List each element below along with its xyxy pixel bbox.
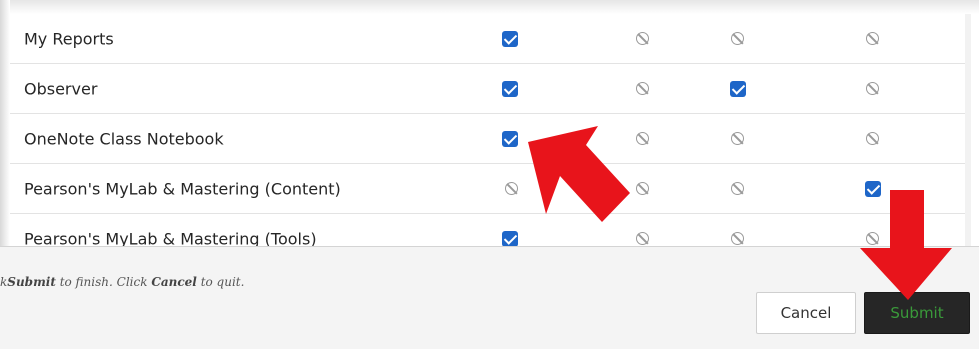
- cell-col2: [633, 79, 653, 99]
- not-allowed-icon: [866, 81, 879, 95]
- cell-col3: [728, 129, 748, 149]
- not-allowed-icon: [636, 231, 649, 245]
- tool-name: Pearson's MyLab & Mastering (Content): [24, 179, 341, 198]
- checkbox-checked-icon[interactable]: [865, 180, 881, 197]
- table-row: My Reports: [10, 14, 970, 64]
- cell-col3: [728, 79, 748, 99]
- tool-name: My Reports: [24, 29, 114, 48]
- tool-name: OneNote Class Notebook: [24, 129, 224, 148]
- not-allowed-icon: [505, 181, 518, 195]
- cell-col2: [633, 129, 653, 149]
- table-row: OneNote Class Notebook: [10, 114, 970, 164]
- not-allowed-icon: [636, 131, 649, 145]
- not-allowed-icon: [731, 181, 744, 195]
- checkbox-checked-icon[interactable]: [502, 130, 518, 147]
- not-allowed-icon: [636, 81, 649, 95]
- cell-col4: [863, 29, 883, 49]
- tool-name: Observer: [24, 79, 98, 98]
- submit-button[interactable]: Submit: [864, 292, 970, 334]
- cell-available: [500, 29, 520, 49]
- cell-col3: [728, 229, 748, 247]
- submit-footer: kSubmit to finish. Click Cancel to quit.…: [0, 246, 979, 349]
- cell-col2: [633, 229, 653, 247]
- table-row: Pearson's MyLab & Mastering (Content): [10, 164, 970, 214]
- tool-availability-table: My Reports Observer OneNote Class Notebo…: [10, 14, 970, 246]
- top-shadow: [0, 0, 979, 14]
- table-row: Pearson's MyLab & Mastering (Tools): [10, 214, 970, 246]
- cell-col2: [633, 179, 653, 199]
- instructions-text: kSubmit to finish. Click Cancel to quit.: [0, 275, 245, 289]
- checkbox-checked-icon[interactable]: [502, 80, 518, 97]
- not-allowed-icon: [636, 31, 649, 45]
- cell-available: [500, 229, 520, 246]
- cell-available: [500, 129, 520, 149]
- not-allowed-icon: [731, 131, 744, 145]
- cell-col4: [863, 79, 883, 99]
- cancel-button[interactable]: Cancel: [756, 292, 856, 334]
- not-allowed-icon: [866, 231, 879, 245]
- table-scrollbar[interactable]: [965, 14, 971, 246]
- not-allowed-icon: [866, 131, 879, 145]
- not-allowed-icon: [731, 31, 744, 45]
- cell-col4: [863, 129, 883, 149]
- tool-name: Pearson's MyLab & Mastering (Tools): [24, 229, 317, 246]
- cell-col3: [728, 29, 748, 49]
- cell-col3: [728, 179, 748, 199]
- checkbox-checked-icon[interactable]: [502, 230, 518, 246]
- cell-available: [500, 79, 520, 99]
- cell-col4: [863, 179, 883, 199]
- not-allowed-icon: [731, 231, 744, 245]
- not-allowed-icon: [636, 181, 649, 195]
- table-row: Observer: [10, 64, 970, 114]
- not-allowed-icon: [866, 31, 879, 45]
- checkbox-checked-icon[interactable]: [502, 30, 518, 47]
- cell-col4: [863, 229, 883, 247]
- cell-available: [502, 179, 522, 199]
- checkbox-checked-icon[interactable]: [730, 80, 746, 97]
- cell-col2: [633, 29, 653, 49]
